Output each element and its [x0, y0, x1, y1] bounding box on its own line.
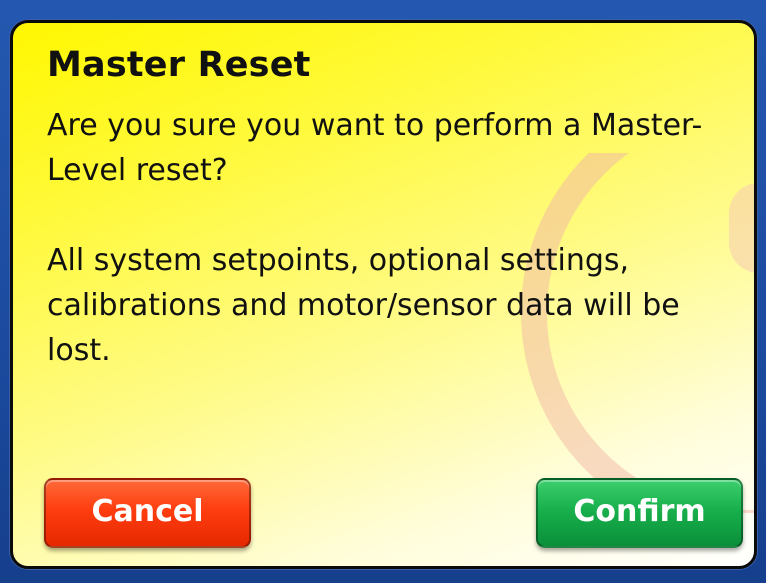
- warning-text: All system setpoints, optional settings,…: [47, 243, 680, 368]
- dialog-message: Are you sure you want to perform a Maste…: [47, 103, 727, 373]
- dialog-title: Master Reset: [47, 45, 311, 85]
- confirm-button[interactable]: Confirm: [536, 478, 743, 548]
- confirmation-question: Are you sure you want to perform a Maste…: [47, 108, 703, 188]
- cancel-button[interactable]: Cancel: [44, 478, 251, 548]
- master-reset-dialog: Master Reset Are you sure you want to pe…: [10, 20, 757, 569]
